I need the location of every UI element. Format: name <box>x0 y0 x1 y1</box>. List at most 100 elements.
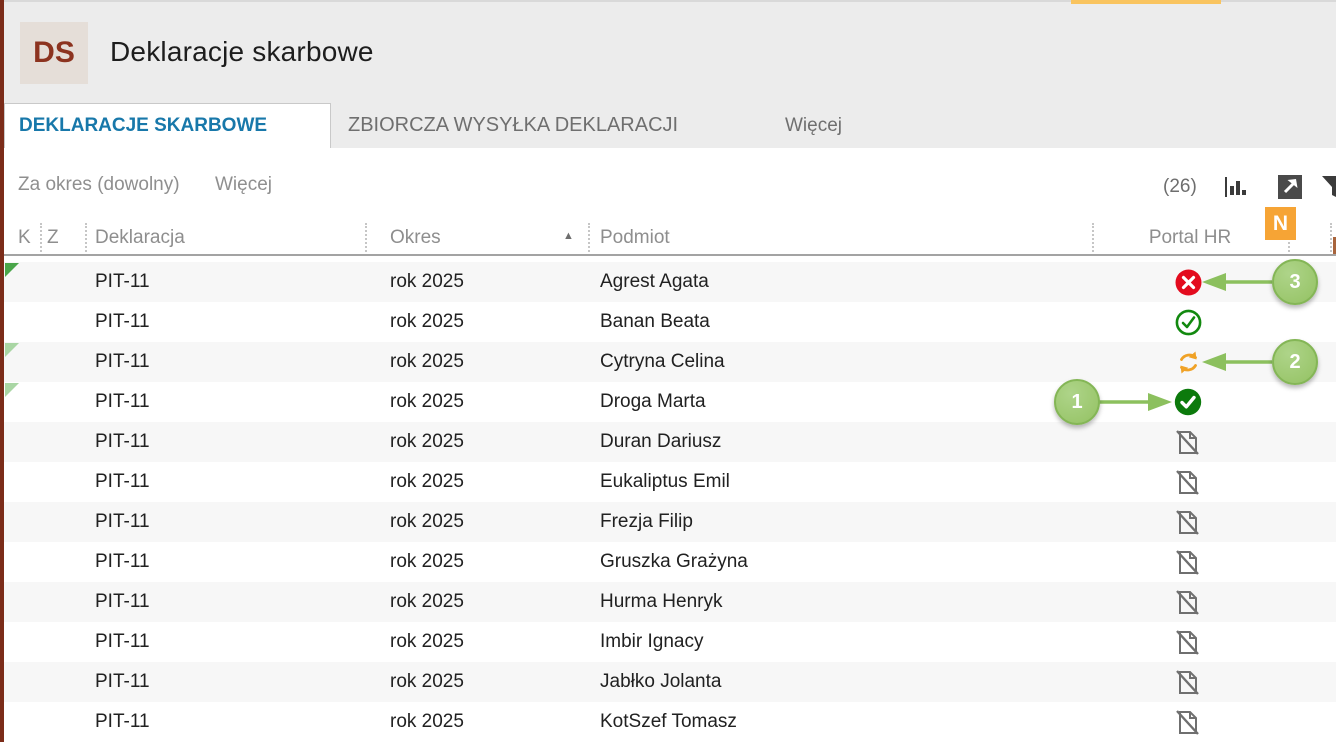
row-modified-marker <box>5 263 19 277</box>
tab-more[interactable]: Więcej <box>785 103 842 148</box>
row-modified-marker <box>5 343 19 357</box>
column-divider[interactable] <box>588 223 590 252</box>
column-header-portal-hr[interactable]: Portal HR <box>1092 227 1288 249</box>
annotation-number-circle: 1 <box>1054 379 1100 425</box>
filter-more-dropdown[interactable]: Więcej <box>215 174 272 196</box>
open-in-window-icon[interactable] <box>1276 173 1304 201</box>
cell-subject: Frezja Filip <box>600 502 693 542</box>
cell-subject: Agrest Agata <box>600 262 709 302</box>
cell-declaration: PIT-11 <box>95 422 150 462</box>
sync-icon[interactable] <box>1175 349 1202 376</box>
cell-period: rok 2025 <box>390 622 464 662</box>
cell-portal-hr-status <box>1172 468 1204 496</box>
no-document-icon[interactable] <box>1175 469 1201 496</box>
table-row[interactable]: PIT-11 rok 2025 Cytryna Celina <box>0 342 1336 382</box>
table-row[interactable]: PIT-11 rok 2025 Banan Beata <box>0 302 1336 342</box>
cell-portal-hr-status <box>1172 428 1204 456</box>
cell-subject: Hurma Henryk <box>600 582 722 622</box>
column-header-okres[interactable]: Okres <box>390 227 441 249</box>
table-row[interactable]: PIT-11rok 2025Eukaliptus Emil <box>0 462 1336 502</box>
cell-portal-hr-status <box>1172 388 1204 416</box>
annotation-number-circle: 3 <box>1272 259 1318 305</box>
cell-period: rok 2025 <box>390 422 464 462</box>
cell-declaration: PIT-11 <box>95 622 150 662</box>
column-header-z[interactable]: Z <box>47 227 59 249</box>
cell-period: rok 2025 <box>390 662 464 702</box>
cell-portal-hr-status <box>1172 348 1204 376</box>
annotation-arrow <box>1202 271 1274 293</box>
table-row[interactable]: PIT-11rok 2025Jabłko Jolanta <box>0 662 1336 702</box>
delivered-icon[interactable] <box>1174 388 1202 416</box>
error-icon[interactable] <box>1175 269 1202 296</box>
column-header-podmiot[interactable]: Podmiot <box>600 227 670 249</box>
module-badge: DS <box>20 22 88 84</box>
no-document-icon[interactable] <box>1175 549 1201 576</box>
cell-subject: Droga Marta <box>600 382 706 422</box>
cell-period: rok 2025 <box>390 302 464 342</box>
annotation-number-circle: 2 <box>1272 339 1318 385</box>
app-window: DS Deklaracje skarbowe DEKLARACJE SKARBO… <box>0 0 1336 742</box>
column-divider[interactable] <box>365 223 367 252</box>
cell-declaration: PIT-11 <box>95 582 150 622</box>
cell-declaration: PIT-11 <box>95 542 150 582</box>
sort-ascending-icon[interactable]: ▲ <box>563 230 574 242</box>
cell-declaration: PIT-11 <box>95 702 150 742</box>
annotation-arrow <box>1202 351 1274 373</box>
cell-period: rok 2025 <box>390 502 464 542</box>
no-document-icon[interactable] <box>1175 669 1201 696</box>
no-document-icon[interactable] <box>1175 709 1201 736</box>
table-row[interactable]: PIT-11 rok 2025 KotSzef Tomasz <box>0 702 1336 742</box>
no-document-icon[interactable] <box>1175 629 1201 656</box>
row-modified-marker <box>5 383 19 397</box>
cell-subject: KotSzef Tomasz <box>600 702 737 742</box>
table-row[interactable]: PIT-11 rok 2025 Imbir Ignacy <box>0 622 1336 662</box>
cell-portal-hr-status <box>1172 508 1204 536</box>
column-header-deklaracja[interactable]: Deklaracja <box>95 227 185 249</box>
table-row[interactable]: PIT-11 rok 2025 Duran Dariusz <box>0 422 1336 462</box>
column-header-k[interactable]: K <box>18 227 31 249</box>
column-divider[interactable] <box>40 223 42 252</box>
column-divider[interactable] <box>85 223 87 252</box>
table-row[interactable]: PIT-11rok 2025Frezja Filip <box>0 502 1336 542</box>
tab-deklaracje-skarbowe[interactable]: DEKLARACJE SKARBOWE <box>4 103 331 148</box>
cell-subject: Duran Dariusz <box>600 422 721 462</box>
tab-strip: DEKLARACJE SKARBOWE ZBIORCZA WYSYŁKA DEK… <box>0 103 1336 148</box>
cell-declaration: PIT-11 <box>95 342 150 382</box>
bar-chart-icon[interactable] <box>1221 173 1249 201</box>
cell-period: rok 2025 <box>390 462 464 502</box>
new-item-badge: N <box>1265 207 1296 240</box>
left-accent-strip <box>0 0 4 742</box>
cell-subject: Gruszka Grażyna <box>600 542 748 582</box>
no-document-icon[interactable] <box>1175 509 1201 536</box>
filter-icon[interactable] <box>1321 173 1336 201</box>
sent-ok-icon[interactable] <box>1175 309 1202 336</box>
record-count: (26) <box>1163 176 1197 198</box>
cell-period: rok 2025 <box>390 702 464 742</box>
table-header: K Z Deklaracja Okres ▲ Podmiot Portal HR <box>0 219 1336 256</box>
cell-portal-hr-status <box>1172 708 1204 736</box>
table-row[interactable]: PIT-11rok 2025Agrest Agata <box>0 262 1336 302</box>
cell-subject: Cytryna Celina <box>600 342 725 382</box>
cell-portal-hr-status <box>1172 628 1204 656</box>
table-row[interactable]: PIT-11 rok 2025 Hurma Henryk <box>0 582 1336 622</box>
cell-subject: Imbir Ignacy <box>600 622 703 662</box>
column-divider[interactable] <box>1330 223 1332 252</box>
cell-subject: Jabłko Jolanta <box>600 662 721 702</box>
cell-period: rok 2025 <box>390 342 464 382</box>
cell-subject: Banan Beata <box>600 302 710 342</box>
table-body: PIT-11rok 2025Agrest AgataPIT-11rok 2025… <box>0 262 1336 742</box>
cell-period: rok 2025 <box>390 262 464 302</box>
no-document-icon[interactable] <box>1175 589 1201 616</box>
cell-declaration: PIT-11 <box>95 302 150 342</box>
cell-period: rok 2025 <box>390 582 464 622</box>
cell-portal-hr-status <box>1172 668 1204 696</box>
cell-period: rok 2025 <box>390 382 464 422</box>
table-row[interactable]: PIT-11rok 2025Gruszka Grażyna <box>0 542 1336 582</box>
cell-declaration: PIT-11 <box>95 462 150 502</box>
cell-portal-hr-status <box>1172 268 1204 296</box>
cell-portal-hr-status <box>1172 548 1204 576</box>
tab-zbiorcza-wysylka[interactable]: ZBIORCZA WYSYŁKA DEKLARACJI <box>348 103 678 148</box>
annotation-arrow <box>1096 391 1172 413</box>
filter-period-dropdown[interactable]: Za okres (dowolny) <box>18 174 180 196</box>
no-document-icon[interactable] <box>1175 429 1201 456</box>
